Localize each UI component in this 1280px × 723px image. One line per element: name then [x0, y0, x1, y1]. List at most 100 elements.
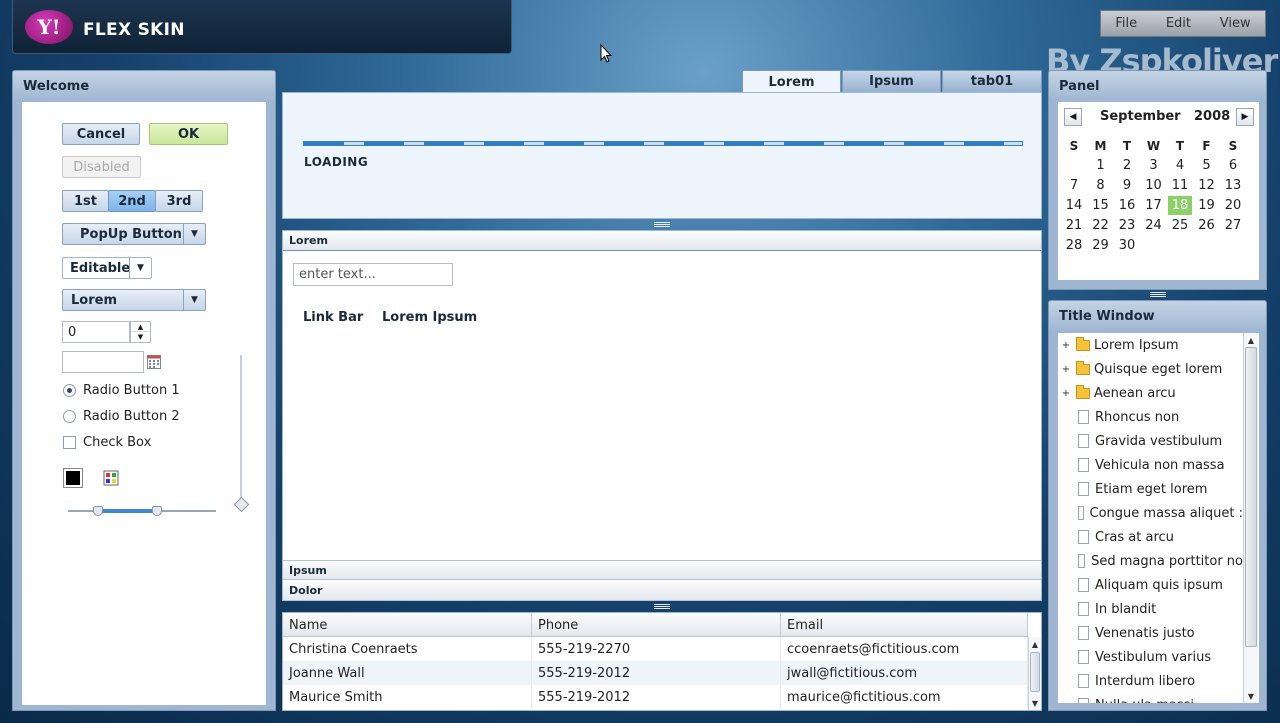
chevron-down-icon[interactable]: ▼ — [183, 290, 205, 310]
column-header-name[interactable]: Name — [283, 613, 532, 637]
tab-tab01[interactable]: tab01 — [942, 70, 1042, 92]
tree-folder-item[interactable]: + Quisque eget lorem — [1058, 357, 1243, 381]
slider-thumb-right[interactable] — [151, 506, 162, 516]
accordion-header-ipsum[interactable]: Ipsum — [283, 560, 1041, 580]
calendar-day[interactable]: 14 — [1062, 196, 1086, 215]
tree-leaf-item[interactable]: Aliquam quis ipsum — [1058, 573, 1243, 597]
numeric-stepper-arrows[interactable]: ▲ ▼ — [130, 321, 151, 343]
check-box[interactable] — [63, 436, 76, 449]
menu-file[interactable]: File — [1115, 16, 1137, 31]
calendar-day[interactable]: 4 — [1168, 156, 1192, 175]
divider-grip-bottom[interactable] — [282, 601, 1042, 611]
calendar-day[interactable]: 26 — [1195, 216, 1219, 235]
accordion-header-dolor[interactable]: Dolor — [283, 581, 1041, 601]
scroll-thumb[interactable] — [1245, 347, 1257, 647]
tree-scrollbar[interactable]: ▲ ▼ — [1243, 333, 1258, 703]
cancel-button[interactable]: Cancel — [62, 123, 140, 145]
toggle-2nd-button[interactable]: 2nd — [108, 190, 156, 212]
divider-grip-top[interactable] — [282, 219, 1042, 229]
column-header-phone[interactable]: Phone — [532, 613, 781, 637]
color-picker[interactable] — [63, 468, 83, 488]
calendar-day[interactable]: 10 — [1142, 176, 1166, 195]
column-header-email[interactable]: Email — [781, 613, 1028, 637]
calendar-day[interactable]: 24 — [1142, 216, 1166, 235]
expand-icon[interactable]: + — [1060, 388, 1072, 399]
vertical-slider-thumb[interactable] — [233, 496, 250, 513]
calendar-day[interactable]: 11 — [1168, 176, 1192, 195]
editable-combobox[interactable]: Editable ▼ — [62, 257, 152, 279]
table-row[interactable]: Christina Coenraets 555-219-2270 ccoenra… — [283, 637, 1028, 661]
text-input[interactable]: enter text... — [293, 263, 453, 286]
slider-thumb-left[interactable] — [92, 506, 103, 516]
tree-leaf-item[interactable]: Nulla ula massi — [1058, 693, 1243, 703]
calendar-day[interactable]: 29 — [1089, 236, 1113, 255]
tab-lorem[interactable]: Lorem — [742, 70, 841, 93]
calendar-day[interactable]: 3 — [1142, 156, 1166, 175]
chevron-down-icon[interactable]: ▼ — [129, 258, 151, 278]
calendar-day[interactable]: 22 — [1089, 216, 1113, 235]
radio-button-2[interactable] — [63, 410, 76, 423]
tree-folder-item[interactable]: + Aenean arcu — [1058, 381, 1243, 405]
divider-grip-right[interactable] — [1048, 289, 1267, 299]
calendar-day[interactable]: 5 — [1195, 156, 1219, 175]
calendar-day[interactable]: 7 — [1062, 176, 1086, 195]
tree-leaf-item[interactable]: Gravida vestibulum — [1058, 429, 1243, 453]
next-month-icon[interactable]: ▶ — [1236, 108, 1254, 126]
calendar-day-selected[interactable]: 18 — [1168, 196, 1192, 215]
calendar-day[interactable]: 21 — [1062, 216, 1086, 235]
menu-view[interactable]: View — [1220, 16, 1251, 31]
link-bar-item[interactable]: Link Bar — [303, 310, 363, 325]
editable-combobox-value[interactable]: Editable — [70, 261, 130, 276]
expand-icon[interactable]: + — [1060, 340, 1072, 351]
calendar-day[interactable]: 15 — [1089, 196, 1113, 215]
calendar-day[interactable]: 1 — [1089, 156, 1113, 175]
tree-leaf-item[interactable]: Congue massa aliquet : — [1058, 501, 1243, 525]
tree-leaf-item[interactable]: Rhoncus non — [1058, 405, 1243, 429]
calendar-day[interactable]: 16 — [1115, 196, 1139, 215]
calendar-day[interactable]: 25 — [1168, 216, 1192, 235]
scroll-thumb[interactable] — [1030, 652, 1040, 692]
scroll-up-icon[interactable]: ▲ — [1029, 637, 1041, 651]
calendar-day[interactable]: 9 — [1115, 176, 1139, 195]
tree-leaf-item[interactable]: In blandit — [1058, 597, 1243, 621]
calendar-day[interactable]: 28 — [1062, 236, 1086, 255]
tree-leaf-item[interactable]: Interdum libero — [1058, 669, 1243, 693]
tree-leaf-item[interactable]: Venenatis justo — [1058, 621, 1243, 645]
calendar-day[interactable]: 19 — [1195, 196, 1219, 215]
accordion-header-lorem[interactable]: Lorem — [283, 231, 1041, 251]
stepper-up-icon[interactable]: ▲ — [131, 322, 150, 332]
calendar-day[interactable]: 12 — [1195, 176, 1219, 195]
scroll-down-icon[interactable]: ▼ — [1244, 689, 1258, 703]
calendar-day[interactable]: 6 — [1221, 156, 1245, 175]
calendar-day[interactable]: 20 — [1221, 196, 1245, 215]
stepper-down-icon[interactable]: ▼ — [131, 332, 150, 342]
calendar-day[interactable]: 17 — [1142, 196, 1166, 215]
calendar-day[interactable]: 13 — [1221, 176, 1245, 195]
prev-month-icon[interactable]: ◀ — [1064, 108, 1082, 126]
date-field-input[interactable] — [62, 351, 144, 373]
radio-button-1[interactable] — [63, 384, 76, 397]
calendar-day[interactable]: 8 — [1089, 176, 1113, 195]
expand-icon[interactable]: + — [1060, 364, 1072, 375]
popup-button[interactable]: PopUp Button ▼ — [62, 223, 206, 245]
calendar-day[interactable]: 27 — [1221, 216, 1245, 235]
grid-scrollbar[interactable]: ▲ ▼ — [1028, 637, 1041, 710]
table-row[interactable]: Joanne Wall 555-219-2012 jwall@fictitiou… — [283, 661, 1028, 685]
link-lorem-ipsum[interactable]: Lorem Ipsum — [382, 310, 477, 325]
toggle-3rd-button[interactable]: 3rd — [155, 190, 203, 212]
tree-leaf-item[interactable]: Vehicula non massa — [1058, 453, 1243, 477]
ok-button[interactable]: OK — [149, 123, 228, 145]
menu-edit[interactable]: Edit — [1166, 16, 1191, 31]
calendar-icon[interactable] — [147, 355, 161, 369]
calendar-day[interactable]: 30 — [1115, 236, 1139, 255]
horizontal-slider[interactable] — [68, 506, 216, 516]
palette-icon[interactable] — [103, 470, 119, 486]
tree-folder-item[interactable]: + Lorem Ipsum — [1058, 333, 1243, 357]
tree-leaf-item[interactable]: Etiam eget lorem — [1058, 477, 1243, 501]
tree-leaf-item[interactable]: Vestibulum varius — [1058, 645, 1243, 669]
tab-ipsum[interactable]: Ipsum — [842, 70, 941, 92]
table-row[interactable]: Maurice Smith 555-219-2012 maurice@ficti… — [283, 685, 1028, 709]
toggle-1st-button[interactable]: 1st — [62, 190, 109, 212]
chevron-down-icon[interactable]: ▼ — [183, 224, 205, 244]
combobox[interactable]: Lorem ▼ — [62, 289, 206, 311]
